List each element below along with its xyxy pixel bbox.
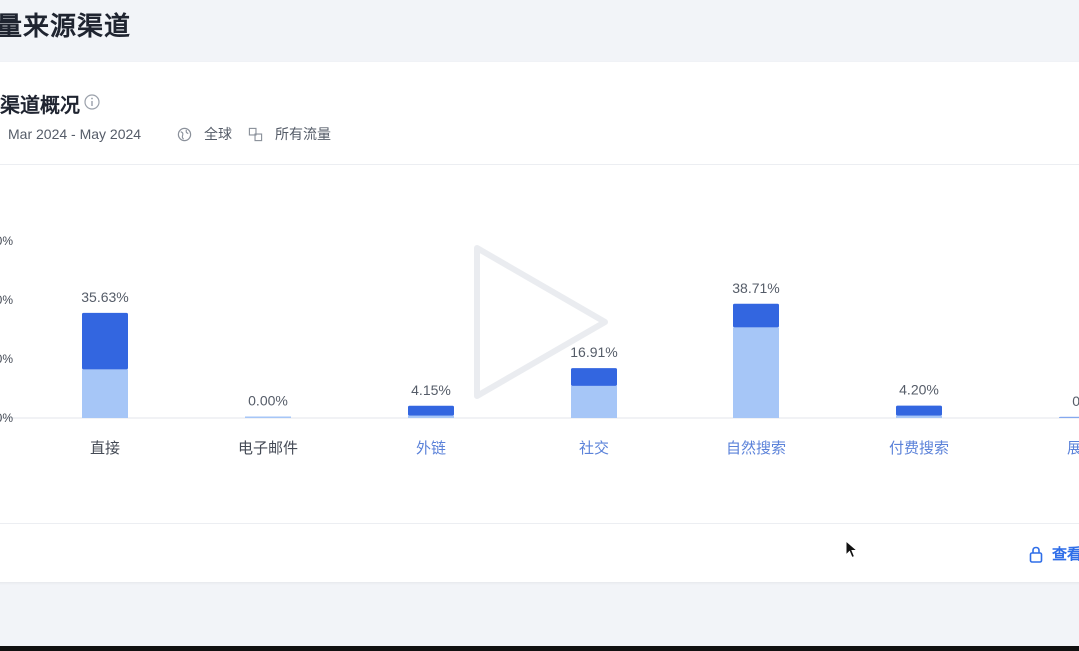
category-label: 电子邮件 xyxy=(238,440,298,457)
data-label: 38.71% xyxy=(732,280,779,296)
mouse-cursor-icon xyxy=(845,540,859,559)
data-label: 35.63% xyxy=(81,289,128,305)
data-label: 0.4 xyxy=(1072,393,1079,409)
category-label: 直接 xyxy=(90,440,120,457)
bar-segment xyxy=(82,312,128,370)
data-label: 4.15% xyxy=(411,382,451,398)
screen-bottom-edge xyxy=(0,646,1079,651)
page: 量来源渠道 渠道概况 Mar 2024 - May 2024 全球 所有流量 0… xyxy=(0,0,1079,651)
category-label[interactable]: 外链 xyxy=(416,440,446,457)
y-tick-label: 0% xyxy=(0,411,13,425)
bar-segment xyxy=(408,415,454,418)
channel-bar-chart: 0% 0% 0% 0% 35.63% 直接 0.00% 电子邮件 4.15% 外链 16.91% 社交… xyxy=(0,234,1079,457)
bar-segment xyxy=(82,369,128,418)
bar-segment xyxy=(408,405,454,416)
y-tick-label: 0% xyxy=(0,293,13,307)
data-label: 4.20% xyxy=(899,382,939,398)
category-label[interactable]: 自然搜索 xyxy=(726,440,786,457)
category-label[interactable]: 付费搜索 xyxy=(889,440,949,457)
category-label[interactable]: 社交 xyxy=(579,439,609,457)
bar-segment xyxy=(896,405,942,416)
bar-segment xyxy=(896,415,942,418)
bar-segment xyxy=(733,327,779,418)
bar-segment xyxy=(571,368,617,386)
data-label: 16.91% xyxy=(570,344,617,360)
data-label: 0.00% xyxy=(248,393,288,409)
divider xyxy=(0,523,1079,524)
bar-segment xyxy=(571,385,617,418)
bar-segment xyxy=(1059,416,1079,418)
bar-segment xyxy=(733,303,779,328)
y-tick-label: 0% xyxy=(0,234,13,248)
bar-segment xyxy=(1059,417,1079,418)
lock-icon xyxy=(1029,546,1043,563)
y-tick-label: 0% xyxy=(0,352,13,366)
view-more-label: 查看 xyxy=(1052,546,1079,563)
bar-segment xyxy=(245,416,291,418)
category-label[interactable]: 展示 xyxy=(1067,440,1079,457)
